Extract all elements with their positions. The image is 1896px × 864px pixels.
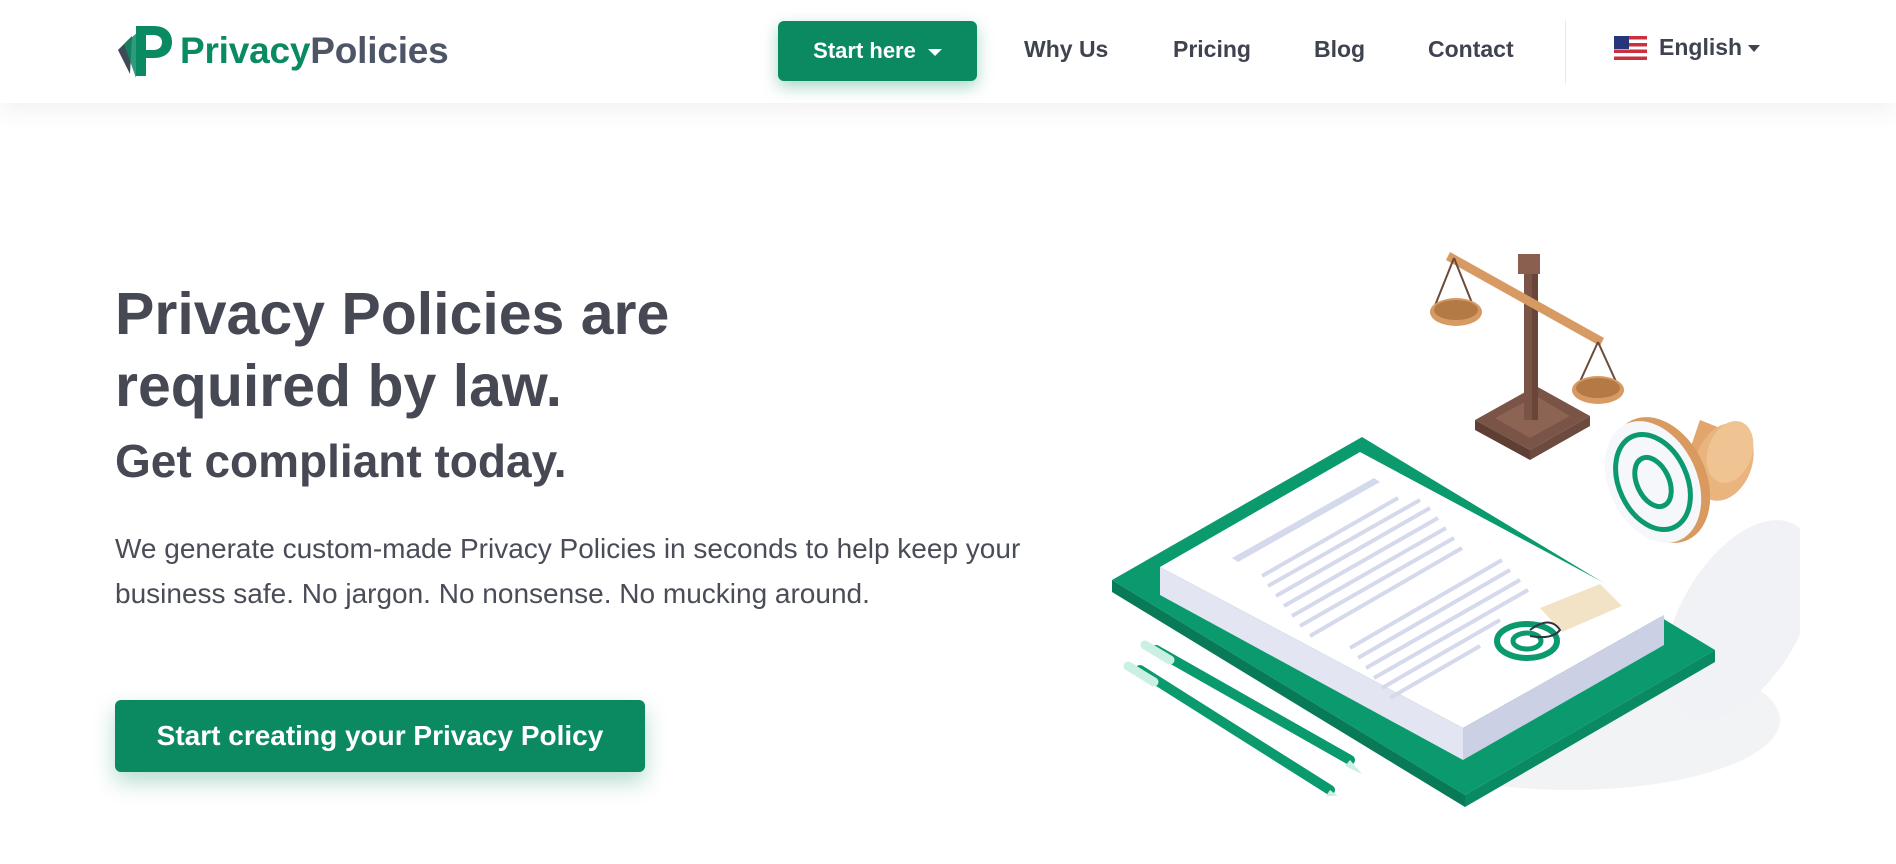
privacy-policies-logo-icon [118, 26, 172, 78]
nav-divider [1565, 20, 1566, 84]
nav-link-contact[interactable]: Contact [1428, 36, 1514, 63]
hero-illustration [1112, 252, 1800, 807]
hero-lead-text: We generate custom-made Privacy Policies… [115, 533, 1021, 609]
start-creating-policy-button[interactable]: Start creating your Privacy Policy [115, 700, 645, 772]
language-selector[interactable]: English [1614, 34, 1761, 61]
start-here-button[interactable]: Start here [778, 21, 977, 81]
language-label: English [1659, 34, 1743, 60]
nav-link-blog[interactable]: Blog [1314, 36, 1365, 63]
logo-text: PrivacyPolicies [180, 30, 449, 71]
site-header: PrivacyPolicies Start here Why Us Pricin… [0, 0, 1896, 103]
chevron-down-icon [927, 48, 942, 56]
nav-link-pricing[interactable]: Pricing [1173, 36, 1251, 63]
scales-of-justice-icon [1430, 252, 1624, 460]
nav-link-why-us[interactable]: Why Us [1024, 36, 1108, 63]
start-here-label: Start here [813, 38, 916, 63]
chevron-down-icon [1748, 45, 1761, 52]
us-flag-icon [1614, 35, 1647, 60]
hero-headline: Privacy Policies are required by law. [115, 278, 875, 422]
hero-headline-line2: required by law. [115, 353, 562, 419]
hero-headline-line1: Privacy Policies are [115, 281, 670, 347]
hero-subheadline: Get compliant today. [115, 435, 567, 487]
logo[interactable]: PrivacyPolicies [114, 22, 449, 80]
